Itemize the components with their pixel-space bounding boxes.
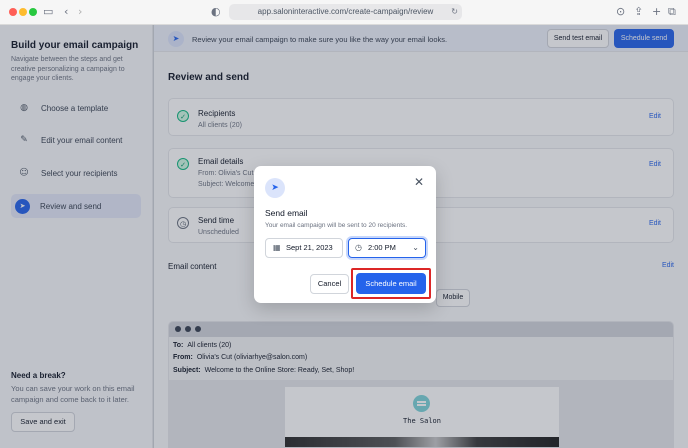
sidebar-toggle-icon[interactable]: ▭ [43, 5, 53, 19]
clock-icon: ◷ [355, 243, 362, 252]
calendar-icon: ▦ [273, 243, 281, 252]
privacy-shield-icon[interactable]: ◐ [211, 5, 221, 19]
reload-icon[interactable]: ↻ [451, 4, 458, 20]
date-value: Sept 21, 2023 [286, 243, 333, 252]
send-email-dialog: ➤ ✕ Send email Your email campaign will … [254, 166, 436, 303]
dialog-subtitle: Your email campaign will be sent to 20 r… [265, 222, 408, 229]
dialog-title: Send email [265, 208, 308, 218]
minimize-window-button[interactable] [19, 8, 27, 16]
schedule-email-button[interactable]: Schedule email [356, 273, 426, 294]
url-text: app.saloninteractive.com/create-campaign… [257, 7, 434, 16]
close-window-button[interactable] [9, 8, 17, 16]
maximize-window-button[interactable] [29, 8, 37, 16]
close-icon[interactable]: ✕ [414, 175, 424, 189]
back-icon[interactable]: ‹ [64, 5, 68, 19]
share-icon[interactable]: ⇪ [634, 5, 643, 19]
cancel-button[interactable]: Cancel [310, 274, 349, 294]
browser-toolbar: ▭ ‹ › ◐ app.saloninteractive.com/create-… [0, 0, 688, 25]
tab-overview-icon[interactable]: ⧉ [668, 5, 676, 19]
time-value: 2:00 PM [368, 243, 396, 252]
new-tab-icon[interactable]: + [652, 5, 661, 19]
address-bar[interactable]: app.saloninteractive.com/create-campaign… [229, 4, 462, 20]
time-select[interactable]: ◷ 2:00 PM ⌄ [348, 238, 426, 258]
date-picker[interactable]: ▦ Sept 21, 2023 [265, 238, 343, 258]
chevron-down-icon: ⌄ [412, 243, 419, 252]
download-icon[interactable]: ⊙ [616, 5, 625, 19]
forward-icon[interactable]: › [78, 5, 82, 19]
send-icon: ➤ [265, 178, 285, 198]
